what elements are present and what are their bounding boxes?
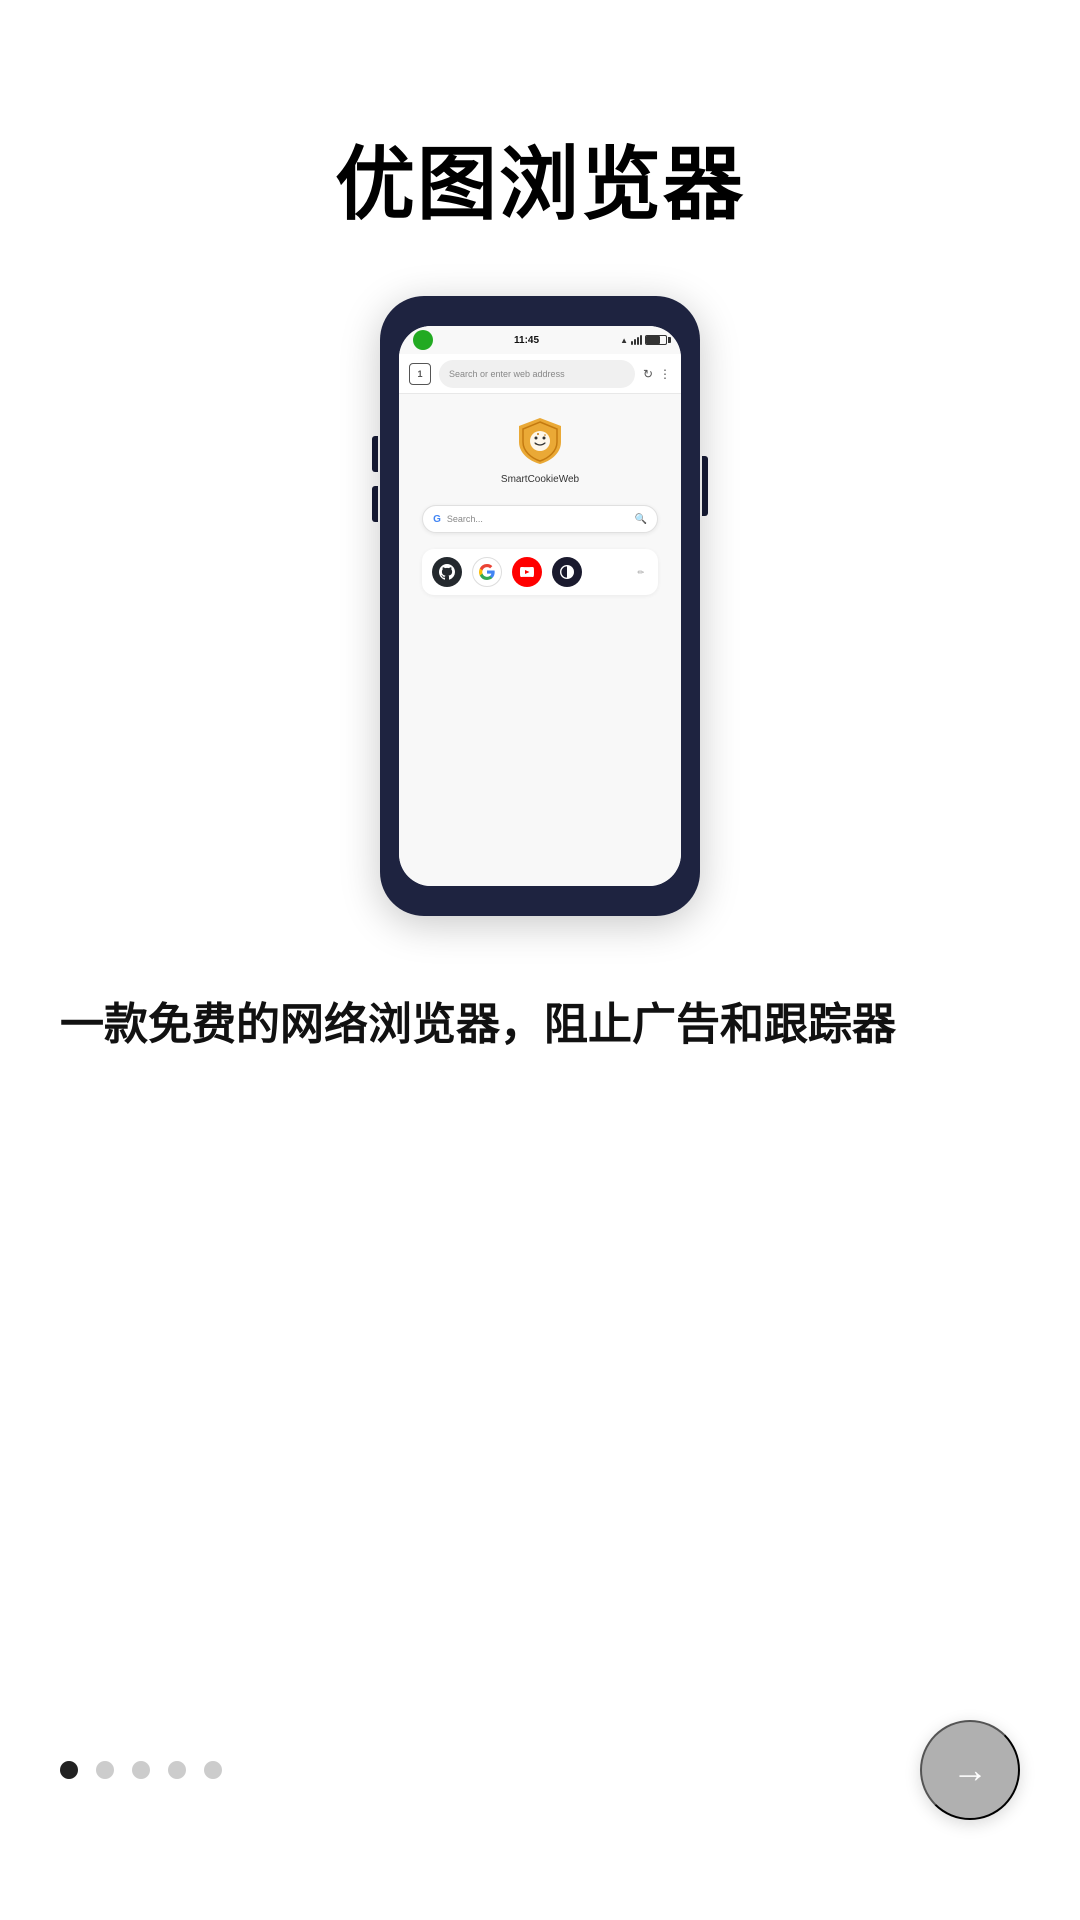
refresh-icon[interactable]: ↻	[643, 367, 653, 381]
volume-up-button	[372, 436, 378, 472]
phone-screen: 11:45 ▲	[399, 326, 681, 886]
logo-name-label: SmartCookieWeb	[501, 474, 579, 485]
more-options-icon[interactable]: ⋮	[659, 367, 671, 381]
app-logo-icon	[513, 414, 567, 468]
quick-link-youtube[interactable]	[512, 557, 542, 587]
quick-access-edit-button[interactable]: ✏	[634, 565, 648, 579]
status-time: 11:45	[514, 335, 539, 346]
status-icons: ▲	[620, 335, 667, 345]
power-button	[702, 456, 708, 516]
app-title: 优图浏览器	[335, 120, 745, 236]
logo-area: SmartCookieWeb	[501, 414, 579, 485]
dot-2[interactable]	[96, 1761, 114, 1779]
nav-action-icons: ↻ ⋮	[643, 367, 671, 381]
address-bar[interactable]: Search or enter web address	[439, 360, 635, 388]
quick-link-google[interactable]	[472, 557, 502, 587]
signal-icon	[631, 335, 642, 345]
address-bar-text: Search or enter web address	[449, 369, 565, 379]
status-bar: 11:45 ▲	[399, 326, 681, 354]
battery-icon	[645, 335, 667, 345]
dot-3[interactable]	[132, 1761, 150, 1779]
screen-content: SmartCookieWeb G Search... 🔍	[399, 394, 681, 886]
dot-5[interactable]	[204, 1761, 222, 1779]
google-search-bar[interactable]: G Search... 🔍	[422, 505, 658, 533]
next-button[interactable]: →	[920, 1720, 1020, 1820]
browser-nav-bar: 1 Search or enter web address ↻ ⋮	[399, 354, 681, 394]
google-search-icon: 🔍	[634, 514, 646, 525]
quick-link-github[interactable]	[432, 557, 462, 587]
dot-1[interactable]	[60, 1761, 78, 1779]
status-dot	[413, 330, 433, 350]
google-logo: G	[433, 514, 441, 525]
next-arrow-icon: →	[952, 1749, 988, 1791]
bottom-navigation: →	[0, 1720, 1080, 1820]
volume-down-button	[372, 486, 378, 522]
phone-body: 11:45 ▲	[380, 296, 700, 916]
pagination-dots	[60, 1761, 222, 1779]
google-search-placeholder: Search...	[447, 514, 629, 524]
phone-mockup: 11:45 ▲	[380, 296, 700, 916]
dot-4[interactable]	[168, 1761, 186, 1779]
quick-access-row: ✏	[422, 549, 658, 595]
quick-link-dark[interactable]	[552, 557, 582, 587]
app-subtitle: 一款免费的网络浏览器，阻止广告和跟踪器	[60, 996, 1020, 1053]
wifi-icon: ▲	[620, 336, 628, 345]
tab-count-badge[interactable]: 1	[409, 363, 431, 385]
